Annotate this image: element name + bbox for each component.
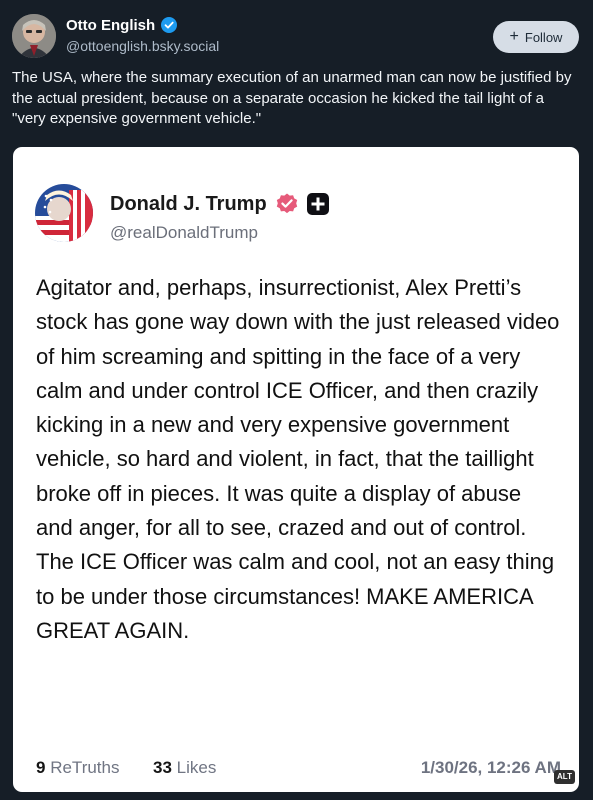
truth-avatar	[35, 184, 93, 242]
author-name[interactable]: Otto English	[66, 17, 155, 34]
truth-name-row: Donald J. Trump	[110, 192, 329, 216]
retruths-stat: 9 ReTruths	[36, 758, 119, 778]
pink-verified-badge-icon	[276, 193, 297, 214]
truth-footer: 9 ReTruths 33 Likes 1/30/26, 12:26 AM	[36, 755, 561, 779]
post-text: The USA, where the summary execution of …	[12, 69, 572, 127]
truth-social-plus-icon	[306, 193, 329, 215]
follow-button[interactable]: + Follow	[493, 21, 579, 53]
truth-timestamp: 1/30/26, 12:26 AM	[420, 758, 561, 777]
truth-avatar-image	[35, 184, 93, 242]
truth-author: Donald J. Trump @realDonaldTrump	[110, 192, 329, 243]
retruths-label: ReTruths	[50, 758, 120, 777]
plus-icon: +	[509, 28, 519, 45]
post-header: Otto English @ottoenglish.bsky.social + …	[12, 12, 583, 62]
verified-badge-icon	[161, 17, 178, 33]
likes-count: 33	[153, 758, 172, 777]
avatar-image	[12, 14, 56, 58]
author-block: Otto English @ottoenglish.bsky.social	[66, 14, 219, 55]
truth-author-name: Donald J. Trump	[110, 192, 267, 215]
truth-text: Agitator and, perhaps, insurrectionist, …	[36, 275, 560, 643]
likes-label: Likes	[176, 758, 217, 777]
retruths-count: 9	[36, 758, 46, 777]
plus-glyph-icon	[311, 197, 325, 211]
author-handle[interactable]: @ottoenglish.bsky.social	[66, 38, 219, 54]
follow-label: Follow	[524, 29, 563, 45]
truth-author-handle: @realDonaldTrump	[110, 223, 258, 242]
likes-stat: 33 Likes	[153, 758, 216, 778]
post-screen: Otto English @ottoenglish.bsky.social + …	[0, 0, 593, 800]
avatar[interactable]	[12, 14, 56, 58]
embedded-truth-card[interactable]: Donald J. Trump @realDonaldTrump Agitato…	[13, 147, 579, 792]
alt-text-badge[interactable]: ALT	[554, 770, 575, 784]
author-name-row: Otto English	[66, 14, 219, 36]
